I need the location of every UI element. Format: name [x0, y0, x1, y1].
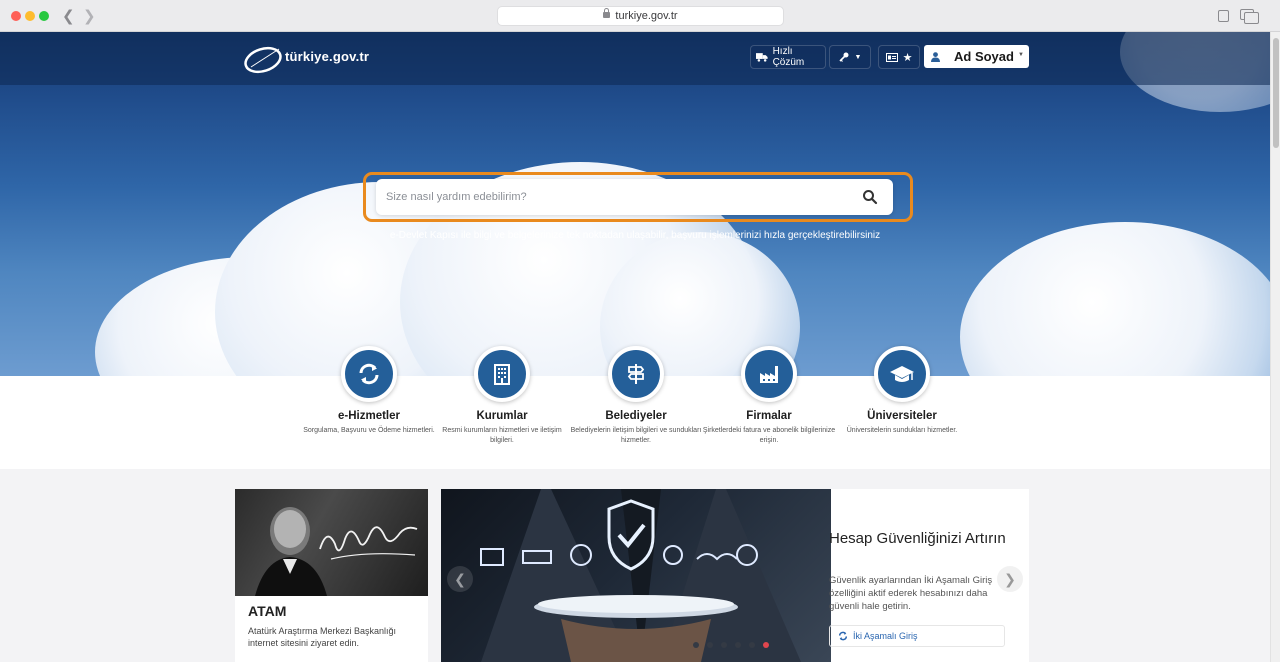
chevron-left-icon: ❮ — [454, 570, 466, 587]
cloud-decoration — [960, 222, 1270, 376]
id-favorites-group: ★ — [878, 45, 920, 69]
slider-prev-button[interactable]: ❮ — [447, 566, 473, 592]
star-icon[interactable]: ★ — [903, 51, 913, 64]
user-name: Ad Soyad — [954, 49, 1014, 64]
atam-card[interactable]: ATAM Atatürk Araştırma Merkezi Başkanlığ… — [235, 489, 428, 662]
slider-next-button[interactable]: ❯ — [997, 566, 1023, 592]
slider-dot-active[interactable] — [763, 642, 769, 648]
slide-description: Güvenlik ayarlarından İki Aşamalı Giriş … — [829, 575, 993, 612]
user-menu-button[interactable]: Ad Soyad ▼ — [924, 45, 1029, 68]
category-e-hizmetler[interactable]: e-Hizmetler Sorgulama, Başvuru ve Ödeme … — [294, 346, 444, 436]
search-icon[interactable] — [862, 189, 878, 205]
forward-arrow-icon[interactable]: ❯ — [83, 7, 96, 25]
site-header — [0, 32, 1270, 85]
category-description: Resmi kurumların hizmetleri ve iletişim … — [442, 427, 562, 444]
category-description: Üniversitelerin sundukları hizmetler. — [846, 427, 958, 434]
category-title: Firmalar — [746, 410, 792, 422]
atam-title: ATAM — [248, 603, 287, 619]
promo-slider: Hesap Güvenliğinizi Artırın Güvenlik aya… — [441, 489, 1029, 662]
key-icon — [838, 52, 849, 62]
signpost-icon — [608, 346, 664, 402]
category-description: Belediyelerin iletişim bilgileri ve sund… — [570, 427, 702, 444]
category-description: Sorgulama, Başvuru ve Ödeme hizmetleri. — [303, 427, 435, 434]
graduation-cap-icon — [874, 346, 930, 402]
two-step-login-link[interactable]: İki Aşamalı Giriş — [829, 625, 1005, 647]
user-icon — [931, 51, 940, 62]
ataturk-signature-image — [255, 507, 418, 596]
url-text: turkiye.gov.tr — [615, 10, 678, 22]
slide-title: Hesap Güvenliğinizi Artırın — [829, 530, 1006, 547]
slider-dot[interactable] — [721, 642, 727, 648]
slider-pagination — [693, 642, 769, 648]
building-icon — [474, 346, 530, 402]
category-title: Kurumlar — [476, 410, 528, 422]
slider-dot[interactable] — [735, 642, 741, 648]
atam-description: Atatürk Araştırma Merkezi Başkanlığı int… — [248, 626, 397, 648]
quick-solution-label: Hızlı Çözüm — [772, 46, 805, 68]
category-title: Üniversiteler — [867, 410, 937, 422]
minimize-window-button[interactable] — [25, 11, 35, 21]
security-slide-image — [441, 489, 831, 662]
truck-icon — [756, 53, 768, 62]
factory-icon — [741, 346, 797, 402]
page-scrollbar[interactable] — [1270, 32, 1280, 662]
refresh-icon — [341, 346, 397, 402]
search-box — [376, 179, 893, 215]
scrollbar-thumb[interactable] — [1273, 38, 1279, 148]
security-illustration-icon — [480, 489, 801, 662]
hero-banner: türkiye.gov.tr Hızlı Çözüm ▼ ★ e-Devlet … — [0, 32, 1270, 376]
ataturk-photo-image — [235, 489, 428, 596]
caret-down-icon: ▼ — [854, 53, 862, 61]
category-firmalar[interactable]: Firmalar Şirketlerdeki fatura ve aboneli… — [694, 346, 844, 446]
lock-icon — [603, 8, 611, 18]
address-bar[interactable]: turkiye.gov.tr — [497, 6, 784, 26]
category-belediyeler[interactable]: Belediyeler Belediyelerin iletişim bilgi… — [561, 346, 711, 446]
two-step-login-label: İki Aşamalı Giriş — [853, 631, 918, 641]
slider-dot[interactable] — [707, 642, 713, 648]
slider-dot[interactable] — [749, 642, 755, 648]
search-input[interactable] — [386, 179, 846, 215]
category-title: Belediyeler — [605, 410, 667, 422]
category-kurumlar[interactable]: Kurumlar Resmi kurumların hizmetleri ve … — [427, 346, 577, 446]
slider-dot[interactable] — [693, 642, 699, 648]
quick-solution-button[interactable]: Hızlı Çözüm — [750, 45, 826, 69]
close-window-button[interactable] — [11, 11, 21, 21]
refresh-icon — [838, 631, 848, 641]
caret-down-icon: ▼ — [1018, 52, 1024, 58]
site-logo-text[interactable]: türkiye.gov.tr — [285, 49, 369, 64]
back-arrow-icon[interactable]: ❮ — [62, 7, 75, 25]
category-description: Şirketlerdeki fatura ve abonelik bilgile… — [702, 427, 836, 444]
category-universiteler[interactable]: Üniversiteler Üniversitelerin sundukları… — [827, 346, 977, 436]
chevron-right-icon: ❯ — [1004, 570, 1016, 587]
maximize-window-button[interactable] — [39, 11, 49, 21]
browser-toolbar: ❮ ❯ turkiye.gov.tr — [0, 0, 1280, 32]
id-card-icon[interactable] — [885, 52, 898, 62]
login-options-button[interactable]: ▼ — [829, 45, 871, 69]
tab-overview-icon[interactable] — [1240, 9, 1259, 24]
sidebar-toggle-icon[interactable] — [1218, 10, 1229, 22]
category-title: e-Hizmetler — [338, 410, 400, 422]
hero-tagline: e-Devlet Kapısı ile bilgi ve belgelerini… — [389, 230, 881, 241]
